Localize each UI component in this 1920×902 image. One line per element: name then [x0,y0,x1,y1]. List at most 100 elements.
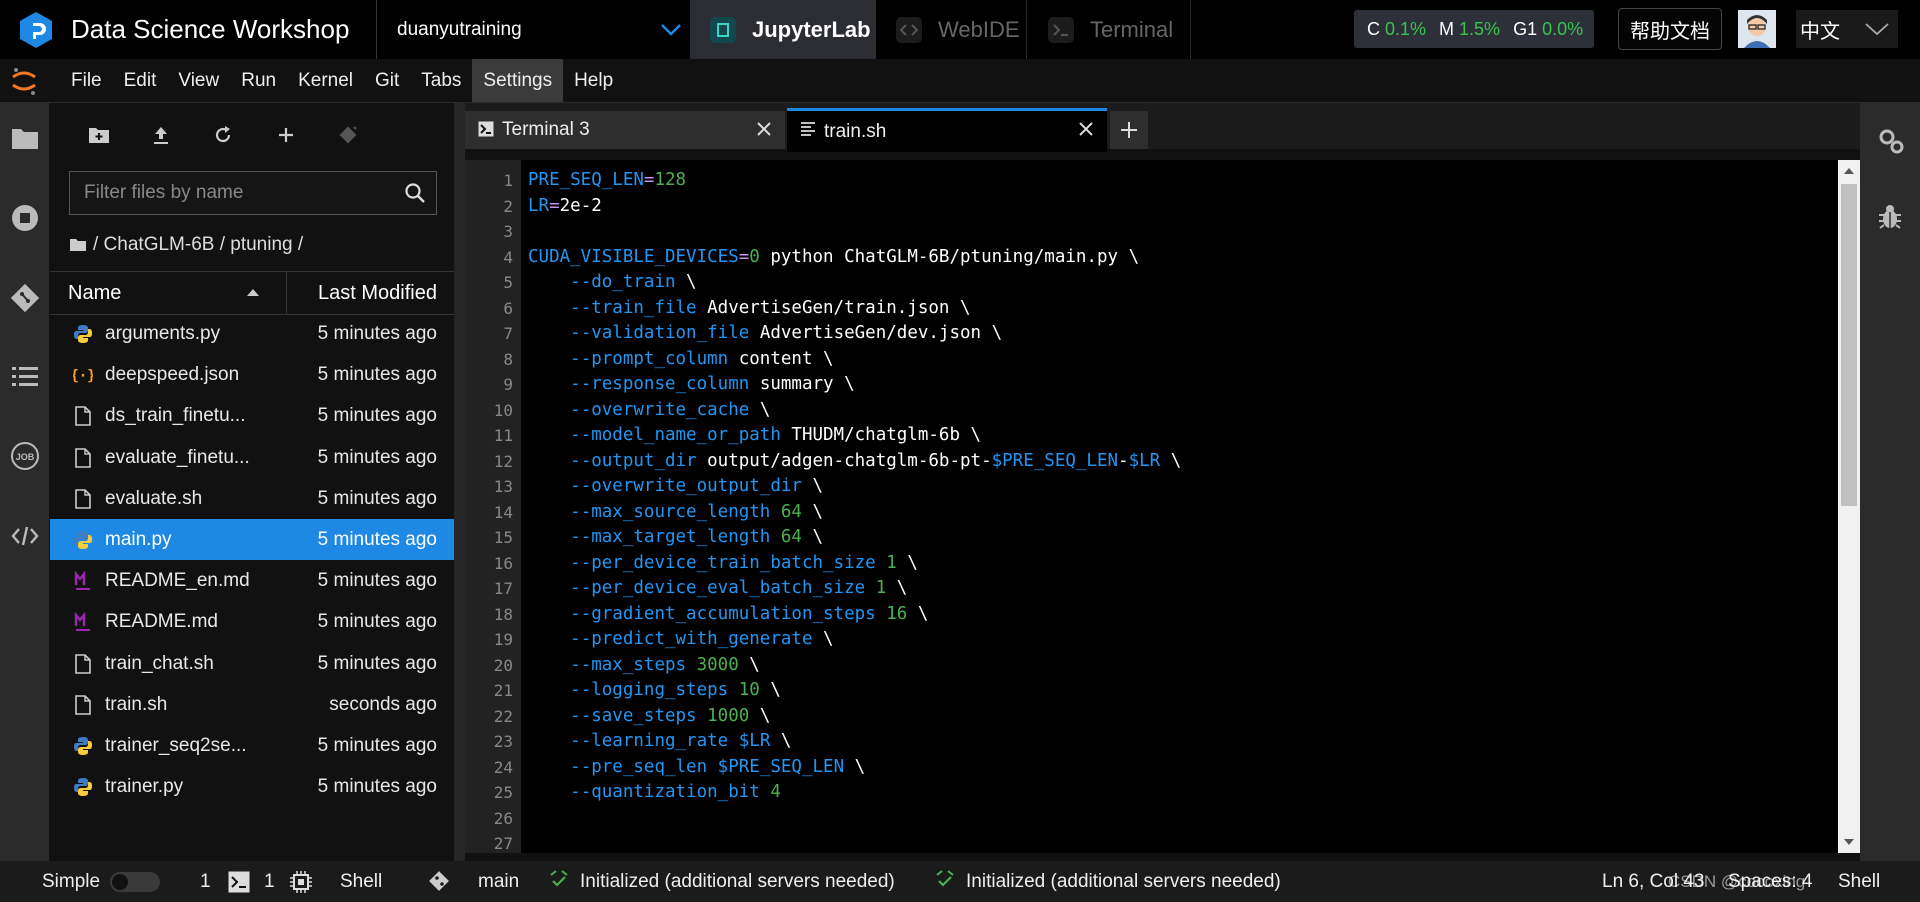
kernels-count[interactable]: 1 [264,871,275,893]
file-row[interactable]: ds_train_finetu... 5 minutes ago [50,395,454,436]
scrollbar-thumb[interactable] [1841,184,1857,506]
close-icon[interactable] [1077,120,1095,138]
file-modified: 5 minutes ago [317,364,437,386]
file-row[interactable]: README_en.md 5 minutes ago [50,560,454,601]
property-inspector-icon[interactable] [1877,127,1905,155]
menu-help[interactable]: Help [563,59,624,102]
column-name-header[interactable]: Name [68,282,121,305]
file-row[interactable]: evaluate_finetu... 5 minutes ago [50,437,454,478]
file-row[interactable]: README.md 5 minutes ago [50,601,454,642]
file-row[interactable]: {·} deepspeed.json 5 minutes ago [50,354,454,395]
scroll-down-icon[interactable] [1838,833,1860,851]
menu-kernel[interactable]: Kernel [287,59,364,102]
breadcrumb[interactable]: / ChatGLM-6B / ptuning / [69,230,303,260]
code-content[interactable]: PRE_SEQ_LEN=128LR=2e-2​CUDA_VISIBLE_DEVI… [528,168,1181,853]
file-row[interactable]: arguments.py 5 minutes ago [50,313,454,354]
avatar[interactable] [1738,10,1776,48]
job-icon[interactable]: JOB [10,441,40,471]
file-filter-input[interactable]: Filter files by name [69,171,437,215]
menu-git[interactable]: Git [364,59,410,102]
search-icon [405,183,425,203]
lsp-status-icon [548,869,570,891]
close-icon[interactable] [755,120,773,138]
column-divider[interactable] [286,272,287,314]
help-docs-button[interactable]: 帮助文档 [1618,8,1722,50]
upload-icon[interactable] [147,121,175,149]
menu-file[interactable]: File [60,59,113,102]
code-line: --output_dir output/adgen-chatglm-6b-pt-… [528,449,1181,475]
menu-view[interactable]: View [167,59,230,102]
refresh-icon[interactable] [209,121,237,149]
kernel-name[interactable]: Shell [340,871,382,893]
simple-mode-toggle[interactable] [110,872,160,892]
kernel-icon [290,871,312,893]
right-sidebar [1860,103,1920,861]
svg-text:{·}: {·} [73,368,93,384]
code-token: 16 [886,603,908,624]
file-name: evaluate.sh [105,487,203,509]
tab-train-sh[interactable]: train.sh [787,108,1107,152]
running-icon[interactable] [10,203,40,233]
git-icon[interactable] [10,283,40,313]
file-row[interactable]: main.py 5 minutes ago [50,518,454,561]
git-branch-name[interactable]: main [478,871,519,893]
toc-icon[interactable] [10,361,40,391]
file-name: main.py [105,528,172,550]
new-folder-icon[interactable] [85,121,113,149]
menu-edit[interactable]: Edit [113,59,168,102]
lsp-status-text[interactable]: Initialized (additional servers needed) [966,871,1281,893]
app-tab-label: WebIDE [938,16,1020,42]
code-line: --logging_steps 10 \ [528,678,1181,704]
editor-scrollbar[interactable] [1838,160,1860,853]
file-name: evaluate_finetu... [105,446,250,468]
menu-tabs[interactable]: Tabs [410,59,472,102]
language-select[interactable]: 中文 [1796,10,1898,48]
file-icon [72,694,94,716]
file-modified: 5 minutes ago [317,487,437,509]
app-tab-webide[interactable]: WebIDE [876,0,1027,59]
left-activity-bar: JOB [0,103,49,861]
workspace-select[interactable]: duanyutraining [376,0,690,59]
code-line: --learning_rate $LR \ [528,729,1181,755]
file-type[interactable]: Shell [1838,871,1880,893]
scroll-up-icon[interactable] [1838,162,1860,180]
tab-terminal-3[interactable]: Terminal 3 [465,111,785,149]
file-row[interactable]: train_chat.sh 5 minutes ago [50,643,454,684]
file-row[interactable]: trainer.py 5 minutes ago [50,766,454,807]
terminals-count[interactable]: 1 [200,871,211,893]
file-icon [72,405,94,427]
menu-run[interactable]: Run [230,59,287,102]
app-tab-jupyterlab[interactable]: JupyterLab [690,0,876,59]
file-row[interactable]: train.sh seconds ago [50,684,454,725]
code-editor[interactable]: 1 2 3 4 5 6 7 8 9 10 11 12 13 14 15 16 17 18 19 20 21 22 23 24 2… [465,160,1845,853]
menu-settings[interactable]: Settings [472,59,564,102]
column-modified-header[interactable]: Last Modified [318,282,437,305]
file-row[interactable]: evaluate.sh 5 minutes ago [50,478,454,519]
add-icon[interactable] [272,121,300,149]
lsp-status-text[interactable]: Initialized (additional servers needed) [580,871,895,893]
add-tab-icon[interactable] [1110,111,1148,149]
code-token: --quantization_bit [570,782,760,802]
code-icon[interactable] [10,521,40,551]
panel-splitter[interactable] [454,103,465,861]
debugger-icon[interactable] [1877,203,1903,231]
folder-icon[interactable] [10,123,40,153]
app-tab-terminal[interactable]: Terminal [1028,0,1191,59]
file-row[interactable]: trainer_seq2se... 5 minutes ago [50,725,454,766]
breadcrumb-path: / ChatGLM-6B / ptuning / [93,234,304,255]
top-bar: Data Science Workshop duanyutraining Jup… [0,0,1920,59]
git-clone-icon[interactable] [334,121,362,149]
jupyter-logo-icon [10,66,38,96]
